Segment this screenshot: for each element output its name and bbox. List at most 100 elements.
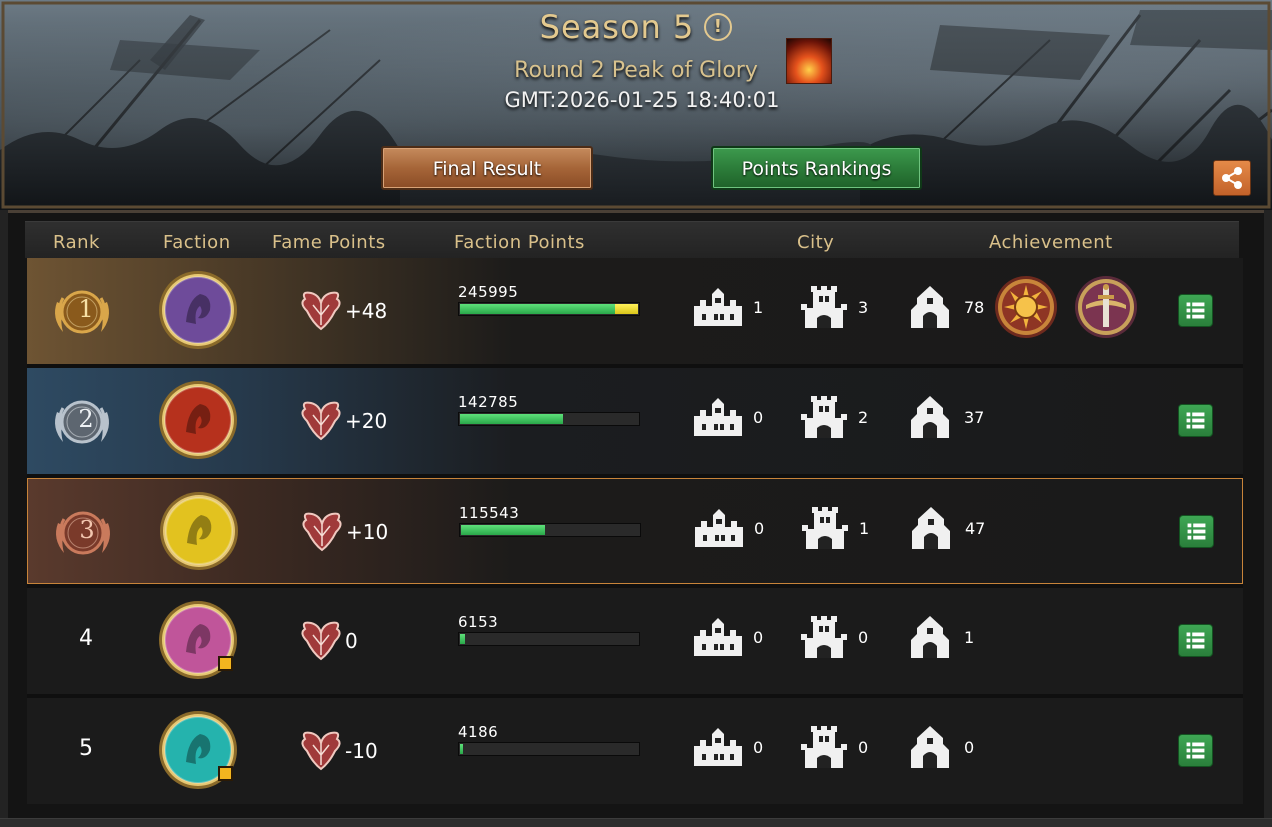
city-small-count: 0 — [753, 408, 764, 427]
city-large-icon — [907, 724, 953, 774]
table-header: Rank Faction Fame Points Faction Points … — [25, 221, 1239, 258]
city-medium-icon — [799, 394, 849, 444]
city-medium-count: 1 — [859, 519, 870, 538]
fame-points-value: +48 — [345, 299, 388, 323]
city-small-icon — [691, 505, 747, 553]
faction-points-value: 4186 — [458, 723, 499, 741]
city-medium-icon — [800, 505, 850, 555]
faction-emblem[interactable] — [158, 270, 238, 350]
fame-points-value: +20 — [345, 409, 388, 433]
list-icon — [1179, 412, 1212, 440]
faction-points-bar-bonus — [615, 304, 638, 314]
faction-points-value: 245995 — [458, 283, 519, 301]
city-small-count: 0 — [753, 738, 764, 757]
rank-number: 1 — [78, 295, 94, 323]
city-large-count: 37 — [964, 408, 985, 427]
ranking-row: 2 +20 142785 0 2 37 — [27, 368, 1243, 474]
round-title: Round 2 Peak of Glory — [514, 58, 758, 83]
city-small-icon — [690, 614, 746, 662]
sword-crest-achievement-icon[interactable] — [1074, 275, 1138, 339]
column-achievement: Achievement — [989, 232, 1113, 253]
fame-points-icon — [299, 289, 343, 331]
faction-emblem[interactable] — [159, 491, 239, 571]
city-small-count: 1 — [753, 298, 764, 317]
ranking-row: 1 +48 245995 1 3 78 — [27, 258, 1243, 364]
info-icon[interactable]: ! — [704, 13, 733, 41]
city-large-count: 1 — [964, 628, 975, 647]
list-icon — [1179, 742, 1212, 770]
sun-crest-achievement-icon[interactable] — [994, 275, 1058, 339]
city-large-count: 0 — [964, 738, 975, 757]
fame-points-value: +10 — [346, 520, 389, 544]
share-button[interactable] — [1213, 160, 1251, 196]
details-list-button[interactable] — [1178, 404, 1213, 437]
column-city: City — [797, 232, 835, 253]
fame-points-icon — [299, 729, 343, 771]
faction-points-bar — [458, 632, 640, 646]
faction-points-bar-fill — [460, 744, 463, 754]
column-fame-points: Fame Points — [272, 232, 386, 253]
wolf-sigil-icon — [160, 492, 238, 570]
faction-points-value: 115543 — [459, 504, 520, 522]
city-large-count: 78 — [964, 298, 985, 317]
fame-points-value: -10 — [345, 739, 378, 763]
dragon-sigil-icon — [159, 271, 237, 349]
city-large-icon — [907, 614, 953, 664]
points-rankings-button[interactable]: Points Rankings — [711, 146, 922, 190]
faction-points-value: 6153 — [458, 613, 499, 631]
city-small-icon — [690, 284, 746, 332]
city-small-count: 0 — [754, 519, 765, 538]
season-header: Season 5! Round 2 Peak of Glory GMT:2026… — [0, 0, 1272, 213]
ranking-row: 3 +10 115543 0 1 47 — [27, 478, 1243, 584]
city-small-icon — [690, 394, 746, 442]
city-medium-count: 0 — [858, 628, 869, 647]
city-medium-count: 2 — [858, 408, 869, 427]
rank-number: 5 — [79, 736, 93, 761]
share-icon — [1222, 167, 1242, 189]
fame-points-icon — [299, 399, 343, 441]
final-result-button[interactable]: Final Result — [381, 146, 593, 190]
round-flame-icon — [786, 38, 832, 84]
server-marker-icon — [218, 766, 233, 781]
city-large-icon — [907, 394, 953, 444]
column-faction-points: Faction Points — [454, 232, 585, 253]
season-title-text: Season 5 — [539, 8, 695, 46]
city-medium-icon — [799, 284, 849, 334]
city-medium-count: 0 — [858, 738, 869, 757]
gmt-timestamp: GMT:2026-01-25 18:40:01 — [504, 88, 780, 112]
list-icon — [1180, 523, 1213, 551]
faction-points-bar-fill — [461, 525, 545, 535]
server-marker-icon — [218, 656, 233, 671]
city-large-icon — [908, 505, 954, 555]
fame-points-value: 0 — [345, 629, 358, 653]
city-small-icon — [690, 724, 746, 772]
frame-left — [0, 210, 8, 818]
rank-number: 2 — [78, 405, 94, 433]
faction-points-value: 142785 — [458, 393, 519, 411]
column-faction: Faction — [163, 232, 231, 253]
faction-points-bar — [459, 523, 641, 537]
rank-number: 4 — [79, 626, 93, 651]
faction-points-bar — [458, 742, 640, 756]
details-list-button[interactable] — [1178, 624, 1213, 657]
faction-points-bar-fill — [460, 304, 615, 314]
city-large-icon — [907, 284, 953, 334]
lion-sigil-icon — [159, 381, 237, 459]
faction-emblem[interactable] — [158, 380, 238, 460]
season-title: Season 5! — [0, 8, 1272, 46]
ranking-row: 4 0 6153 0 0 1 — [27, 588, 1243, 694]
city-medium-count: 3 — [858, 298, 869, 317]
ranking-row: 5 -10 4186 0 0 0 — [27, 698, 1243, 804]
city-small-count: 0 — [753, 628, 764, 647]
details-list-button[interactable] — [1178, 734, 1213, 767]
fame-points-icon — [300, 510, 344, 552]
column-rank: Rank — [53, 232, 100, 253]
city-medium-icon — [799, 724, 849, 774]
rank-number: 3 — [79, 516, 95, 544]
details-list-button[interactable] — [1179, 515, 1214, 548]
faction-points-bar — [458, 302, 640, 316]
details-list-button[interactable] — [1178, 294, 1213, 327]
frame-right — [1264, 210, 1272, 818]
faction-points-bar-fill — [460, 414, 563, 424]
city-large-count: 47 — [965, 519, 986, 538]
